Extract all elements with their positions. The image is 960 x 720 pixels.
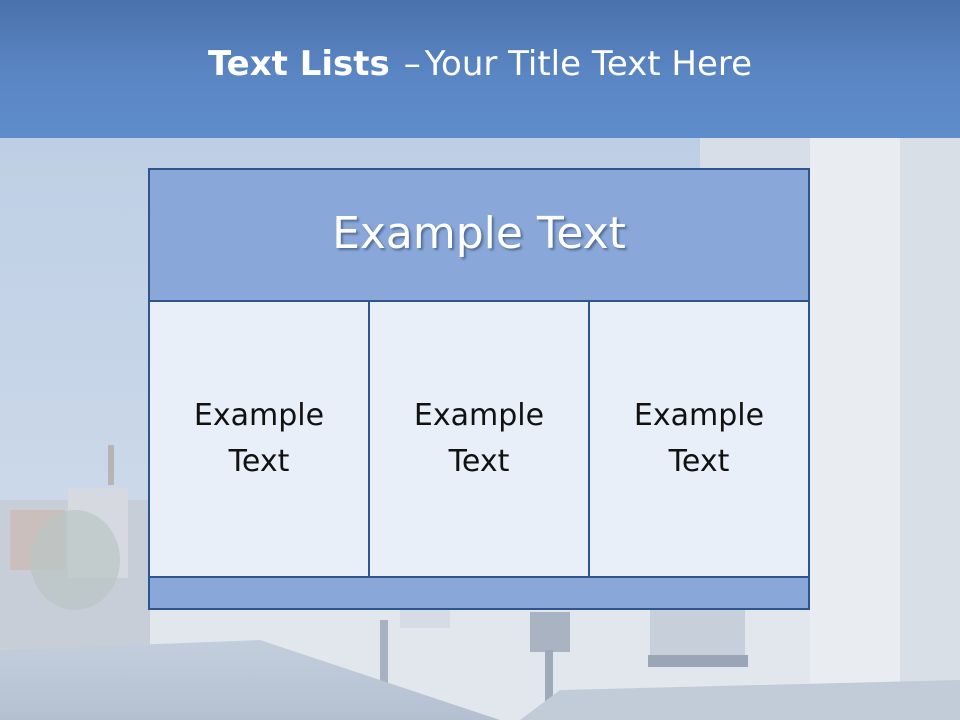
- title-rest: Your Title Text Here: [424, 44, 753, 84]
- box-header: Example Text: [148, 168, 810, 302]
- list-column-3: Example Text: [588, 300, 810, 578]
- box-footer-bar: [148, 576, 810, 610]
- title-bar: Text Lists – Your Title Text Here: [0, 0, 960, 138]
- list-column-text: Example Text: [633, 398, 765, 479]
- list-column-text: Example Text: [193, 398, 325, 479]
- list-column-text: Example Text: [413, 398, 545, 479]
- title-bold: Text Lists: [207, 44, 390, 84]
- slide-title: Text Lists – Your Title Text Here: [208, 44, 752, 84]
- text-list-box: Example Text Example Text Example Text E…: [148, 168, 810, 610]
- list-column-1: Example Text: [148, 300, 370, 578]
- list-column-2: Example Text: [368, 300, 590, 578]
- slide: Text Lists – Your Title Text Here Example …: [0, 0, 960, 720]
- title-dash: –: [403, 44, 421, 84]
- box-header-text: Example Text: [332, 207, 626, 259]
